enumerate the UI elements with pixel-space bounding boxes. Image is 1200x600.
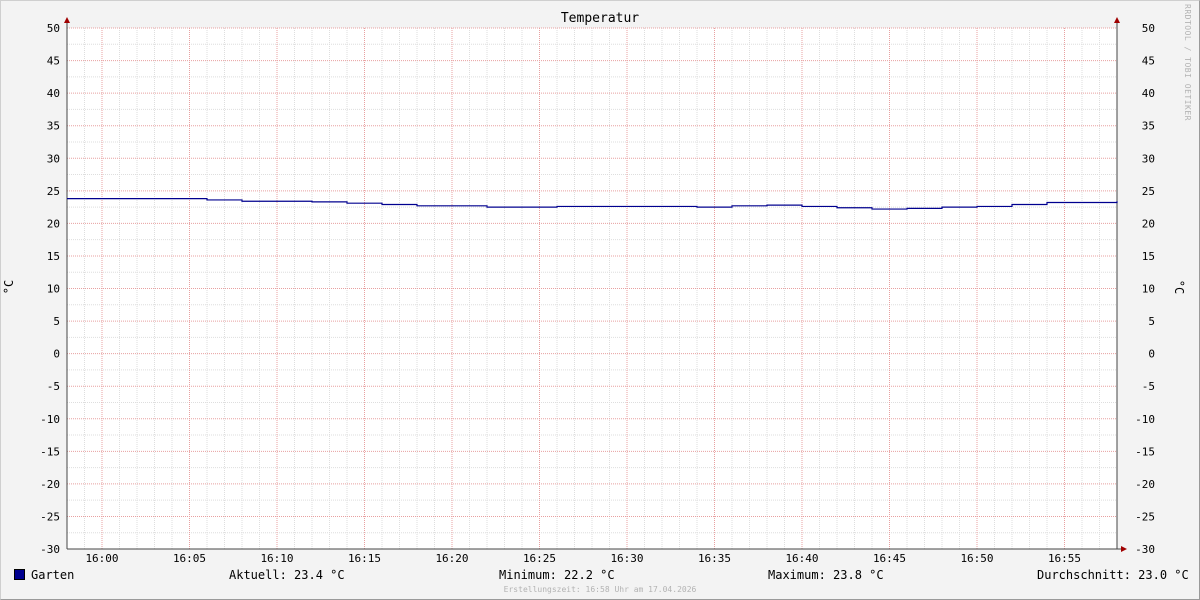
y-tick-label-left: 25 — [47, 185, 60, 198]
y-tick-label-left: 10 — [47, 283, 60, 296]
y-tick-label-right: 15 — [1142, 250, 1155, 263]
x-tick-label: 16:45 — [873, 552, 906, 565]
y-tick-label-left: -30 — [40, 543, 60, 556]
x-tick-label: 16:30 — [610, 552, 643, 565]
y-tick-label-right: 45 — [1142, 55, 1155, 68]
x-tick-label: 16:20 — [435, 552, 468, 565]
y-tick-label-right: 50 — [1142, 22, 1155, 35]
y-tick-label-left: 0 — [53, 348, 60, 361]
temperature-chart: 50 5045 4540 4035 3530 3025 2520 2015 1510 105 50 0… — [40, 17, 1155, 565]
y-tick-label-left: -15 — [40, 445, 60, 458]
x-tick-label: 16:55 — [1048, 552, 1081, 565]
x-tick-label: 16:35 — [698, 552, 731, 565]
x-tick-label: 16:00 — [85, 552, 118, 565]
y-tick-label-left: 5 — [53, 315, 60, 328]
y-tick-label-right: 10 — [1142, 283, 1155, 296]
legend-series-name: Garten — [31, 568, 75, 582]
legend-average: Durchschnitt: 23.0 °C — [1037, 568, 1189, 582]
y-tick-label-left: 50 — [47, 22, 60, 35]
y-tick-label-left: -5 — [47, 380, 60, 393]
y-tick-label-right: -15 — [1135, 445, 1155, 458]
legend-minimum: Minimum: 22.2 °C — [499, 568, 615, 582]
y-tick-label-right: -25 — [1135, 510, 1155, 523]
legend-item-garten: Garten — [14, 568, 74, 582]
y-tick-label-right: -20 — [1135, 478, 1155, 491]
legend-maximum: Maximum: 23.8 °C — [768, 568, 884, 582]
y-tick-label-left: -10 — [40, 413, 60, 426]
legend-swatch — [14, 569, 25, 580]
y-axis-label-left: °C — [2, 279, 17, 295]
y-tick-label-left: 35 — [47, 120, 60, 133]
y-tick-label-right: 25 — [1142, 185, 1155, 198]
y-tick-label-right: -30 — [1135, 543, 1155, 556]
y-axis-label-right: °C — [1172, 279, 1187, 295]
creation-time: Erstellungszeit: 16:58 Uhr am 17.04.2026 — [503, 585, 697, 594]
y-tick-label-left: 20 — [47, 217, 60, 230]
y-tick-label-left: 30 — [47, 152, 60, 165]
y-tick-label-left: 40 — [47, 87, 60, 100]
y-axis-arrow-right — [1114, 17, 1120, 23]
x-tick-label: 16:10 — [260, 552, 293, 565]
x-tick-label: 16:40 — [785, 552, 818, 565]
y-tick-label-right: 40 — [1142, 87, 1155, 100]
y-tick-label-right: 5 — [1148, 315, 1155, 328]
y-tick-label-left: -20 — [40, 478, 60, 491]
y-tick-label-right: 35 — [1142, 120, 1155, 133]
legend-current: Aktuell: 23.4 °C — [229, 568, 345, 582]
x-tick-label: 16:15 — [348, 552, 381, 565]
y-tick-label-right: 0 — [1148, 348, 1155, 361]
rrdtool-watermark: RRDTOOL / TOBI OETIKER — [1183, 4, 1192, 121]
x-tick-label: 16:05 — [173, 552, 206, 565]
x-tick-label: 16:25 — [523, 552, 556, 565]
y-tick-label-right: -5 — [1142, 380, 1155, 393]
y-tick-label-left: -25 — [40, 510, 60, 523]
x-axis-arrow — [1121, 546, 1127, 552]
y-axis-arrow-left — [64, 17, 70, 23]
y-tick-label-left: 15 — [47, 250, 60, 263]
x-tick-label: 16:50 — [960, 552, 993, 565]
y-tick-label-left: 45 — [47, 55, 60, 68]
y-tick-label-right: 20 — [1142, 217, 1155, 230]
y-tick-label-right: 30 — [1142, 152, 1155, 165]
y-tick-label-right: -10 — [1135, 413, 1155, 426]
